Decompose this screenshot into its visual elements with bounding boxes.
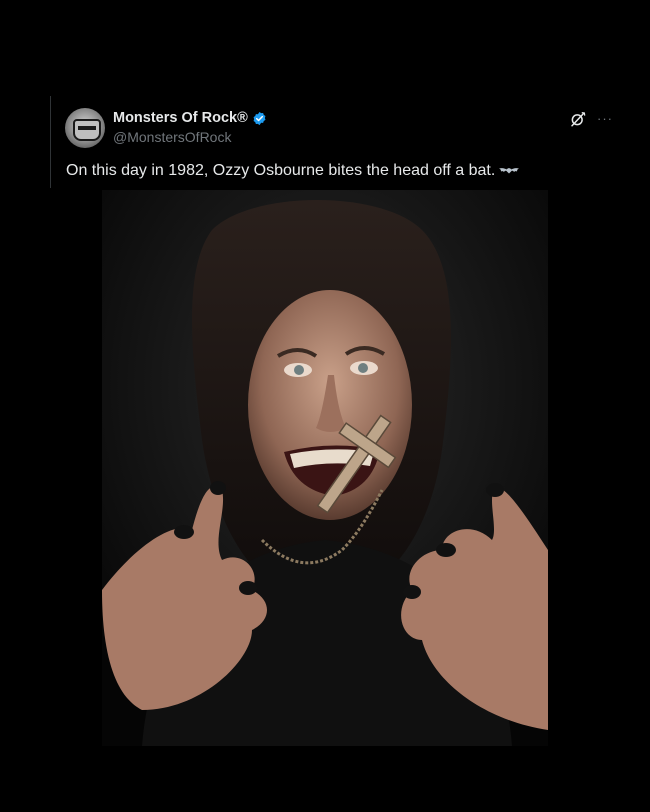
bat-emoji-icon: [499, 167, 520, 174]
more-options-icon[interactable]: ···: [597, 112, 613, 125]
grok-icon[interactable]: [569, 110, 587, 128]
tweet-card[interactable]: Monsters Of Rock® @MonstersOfRock ··· On…: [50, 96, 625, 188]
monsters-of-rock-logo-icon: [73, 119, 101, 141]
page: Monsters Of Rock® @MonstersOfRock ··· On…: [0, 0, 650, 812]
photo-of-man-with-cross-in-mouth: [102, 190, 548, 746]
author-display-name[interactable]: Monsters Of Rock®: [113, 110, 248, 126]
tweet-text: On this day in 1982, Ozzy Osbourne bites…: [66, 162, 496, 179]
tweet-text-row: On this day in 1982, Ozzy Osbourne bites…: [66, 162, 520, 180]
author-name-row: Monsters Of Rock®: [113, 109, 267, 127]
author-handle[interactable]: @MonstersOfRock: [113, 129, 231, 145]
avatar[interactable]: [65, 108, 105, 148]
verified-badge-icon: [253, 111, 266, 125]
tweet-top-actions: ···: [569, 110, 613, 128]
tweet-photo[interactable]: [102, 190, 548, 746]
